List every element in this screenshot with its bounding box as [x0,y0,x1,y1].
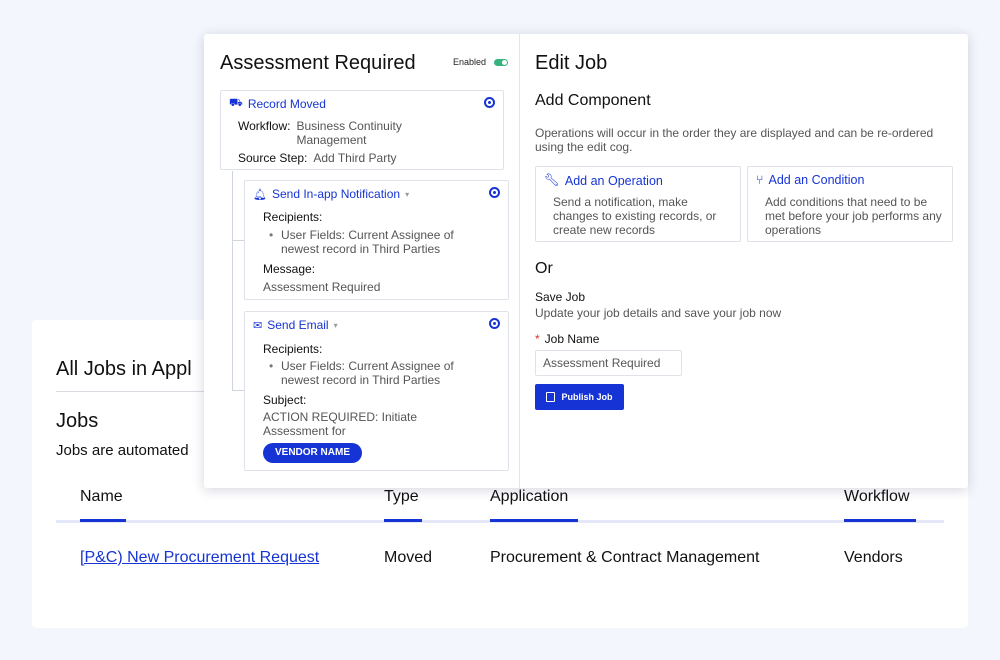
job-name-label: * Job Name [535,332,600,346]
email-label: Send Email [267,318,329,332]
add-condition-description: Add conditions that need to be met befor… [765,195,942,237]
publish-job-button[interactable]: Publish Job [535,384,624,410]
wrench-icon: 🔧︎ [544,173,560,187]
bell-icon: 🔔︎ [253,188,267,201]
toggle-icon[interactable] [494,58,509,66]
job-name-link[interactable]: [P&C) New Procurement Request [80,549,319,567]
trigger-label: Record Moved [247,97,326,111]
flow-connector [232,390,244,391]
section-description: Operations will occur in the order they … [535,126,934,154]
edit-job-modal: Assessment Required Enabled ⛟ Record Mov… [204,34,968,488]
required-marker: * [535,332,540,346]
source-step-label: Source Step: [238,151,308,165]
cog-icon[interactable] [484,97,495,108]
publish-job-label: Publish Job [561,392,613,402]
add-operation-description: Send a notification, make changes to exi… [553,195,717,237]
envelope-icon: ✉ [253,319,263,332]
recipient-item: User Fields: Current Assignee of newest … [269,228,454,256]
add-condition-label: Add an Condition [768,173,865,187]
vendor-name-token[interactable]: VENDOR NAME [263,443,363,463]
subject-value: ACTION REQUIRED: Initiate Assessment for [263,410,418,438]
subject-label: Subject: [263,393,307,407]
add-operation-label: Add an Operation [564,173,663,188]
page-breadcrumb: All Jobs in Appl [56,358,192,380]
flow-connector [232,171,233,391]
job-workflow-cell: Vendors [844,549,903,566]
or-divider-label: Or [535,260,553,277]
trigger-header: ⛟ Record Moved [229,97,326,111]
page-description: Jobs are automated [56,442,189,459]
workflow-value-cont: Management [296,133,367,147]
truck-icon: ⛟ [229,97,243,109]
pane-title: Edit Job [535,52,608,74]
recipient-item: User Fields: Current Assignee of newest … [269,359,454,387]
job-flow-pane: Assessment Required Enabled ⛟ Record Mov… [204,34,520,488]
cog-icon[interactable] [489,318,500,329]
column-header-name[interactable]: Name [80,488,126,522]
column-header-application[interactable]: Application [490,488,578,522]
column-header-workflow[interactable]: Workflow [844,488,916,522]
add-condition-card[interactable]: ⑂ Add an Condition Add conditions that n… [747,166,953,242]
source-step-value: Add Third Party [313,151,397,165]
notification-header: 🔔︎ Send In-app Notification ▾ [253,187,409,201]
chevron-down-icon[interactable]: ▾ [405,190,409,199]
enabled-switch[interactable]: Enabled [453,57,509,67]
email-header: ✉ Send Email ▾ [253,318,338,332]
message-value: Assessment Required [263,280,381,294]
trigger-node[interactable]: ⛟ Record Moved Workflow: Business Contin… [220,90,504,170]
workflow-value: Business Continuity [296,119,402,133]
notification-label: Send In-app Notification [271,187,401,201]
job-title: Assessment Required [220,52,416,74]
save-job-title: Save Job [535,290,586,304]
branch-icon: ⑂ [756,173,764,187]
job-application-cell: Procurement & Contract Management [490,549,760,566]
section-title: Add Component [535,92,651,109]
recipients-label: Recipients: [263,342,323,356]
enabled-label: Enabled [453,57,487,67]
save-job-description: Update your job details and save your jo… [535,306,782,320]
notification-node[interactable]: 🔔︎ Send In-app Notification ▾ Recipients… [244,180,509,300]
job-name-input[interactable] [535,350,682,376]
cog-icon[interactable] [489,187,500,198]
edit-job-pane: Edit Job Add Component Operations will o… [520,34,968,488]
page-title: Jobs [56,410,99,432]
flow-connector [232,240,244,241]
message-label: Message: [263,262,316,276]
column-header-type[interactable]: Type [384,488,422,522]
job-type-cell: Moved [384,549,433,566]
email-node[interactable]: ✉ Send Email ▾ Recipients: User Fields: … [244,311,509,471]
add-operation-card[interactable]: 🔧︎ Add an Operation Send a notification,… [535,166,741,242]
workflow-label: Workflow: [238,119,291,133]
divider [56,391,206,392]
recipients-label: Recipients: [263,210,323,224]
save-icon [546,392,556,402]
chevron-down-icon[interactable]: ▾ [334,321,338,330]
